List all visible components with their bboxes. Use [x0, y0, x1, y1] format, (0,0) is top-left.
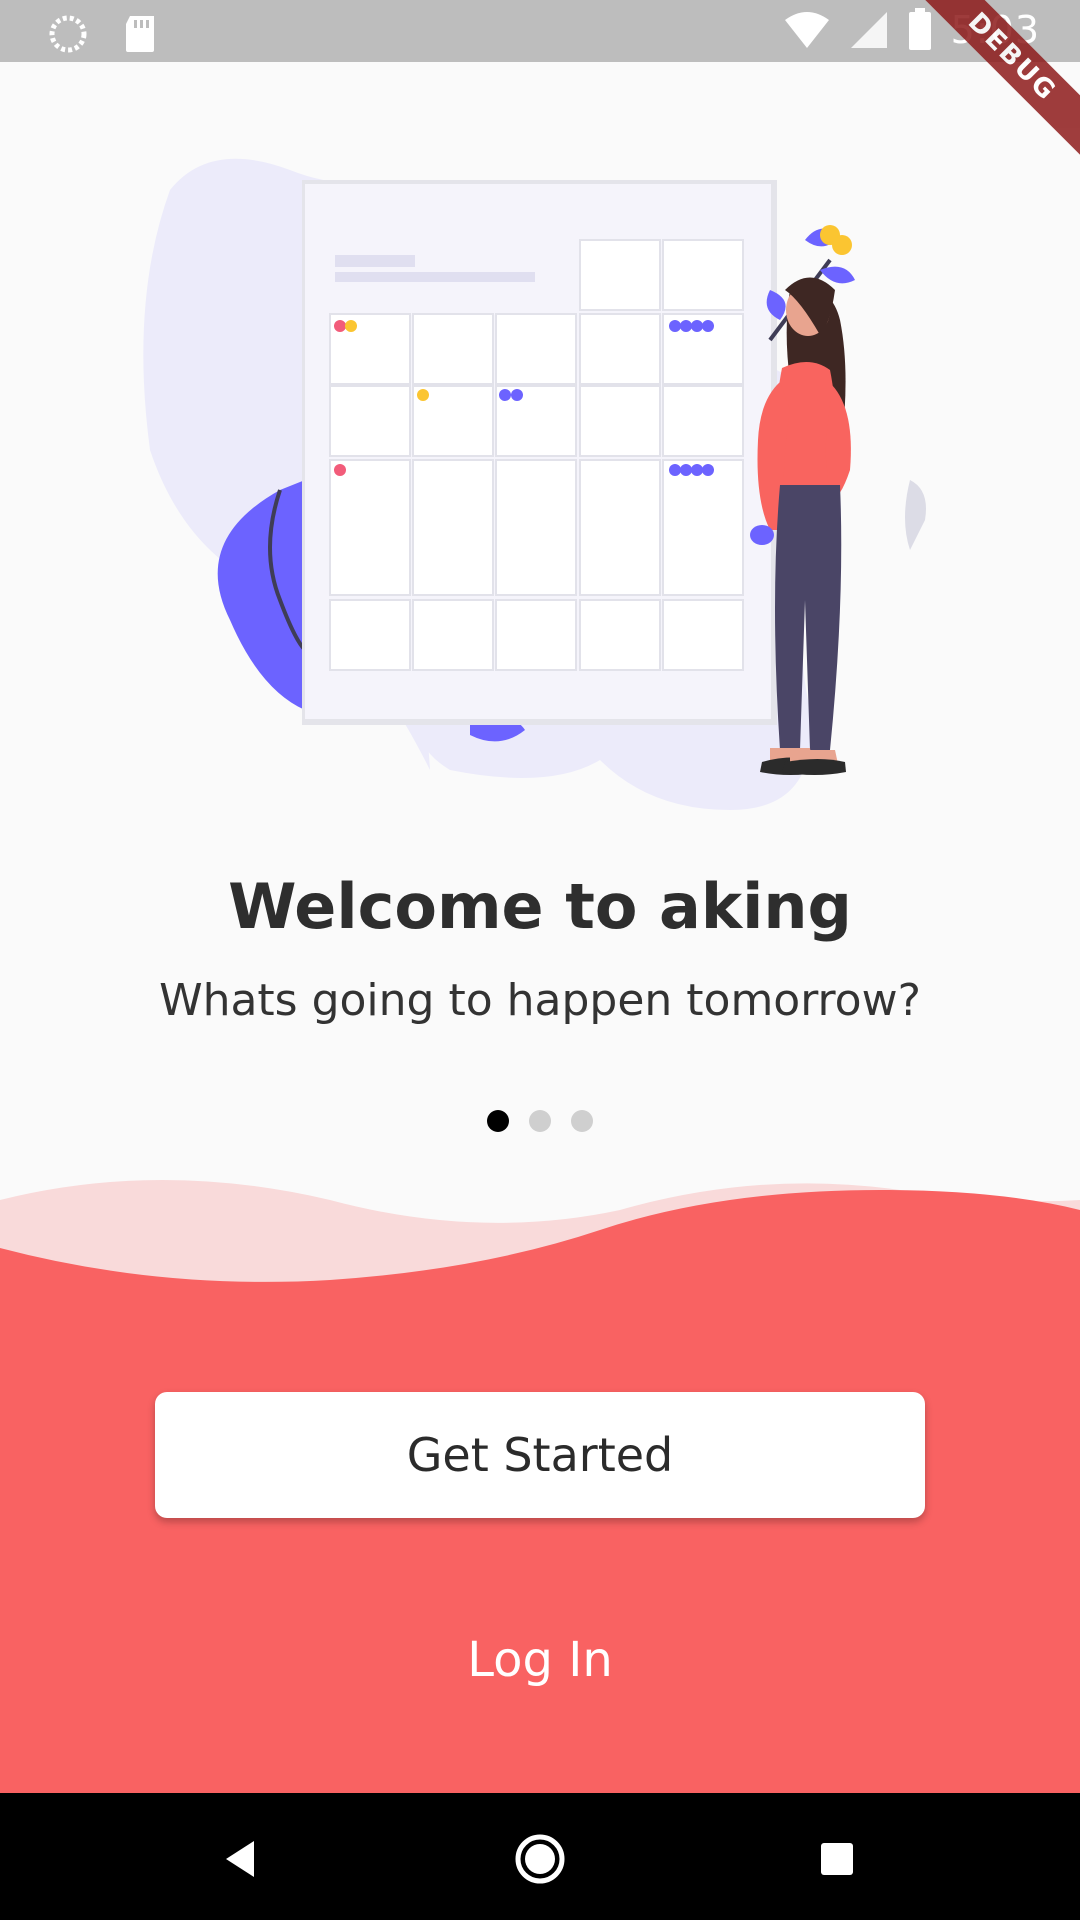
wifi-icon [784, 12, 829, 48]
navigation-bar [0, 1793, 1080, 1920]
welcome-title: Welcome to aking [228, 870, 852, 943]
loading-circle-icon [49, 15, 87, 53]
login-button[interactable]: Log In [390, 1620, 690, 1700]
recents-icon[interactable] [797, 1819, 877, 1899]
status-bar: 5:03 DEBUG [0, 0, 1080, 164]
calendar-illustration [143, 158, 926, 810]
welcome-subtitle: Whats going to happen tomorrow? [159, 975, 921, 1026]
home-icon[interactable] [500, 1819, 580, 1899]
page-dot-2[interactable] [529, 1110, 551, 1132]
page-dot-1[interactable] [487, 1110, 509, 1132]
back-icon[interactable] [200, 1819, 280, 1899]
signal-icon [850, 12, 887, 48]
get-started-button[interactable]: Get Started [155, 1392, 925, 1518]
sd-card-icon [126, 16, 154, 52]
page-indicator [0, 1110, 1080, 1132]
battery-icon [908, 8, 931, 50]
page-dot-3[interactable] [571, 1110, 593, 1132]
